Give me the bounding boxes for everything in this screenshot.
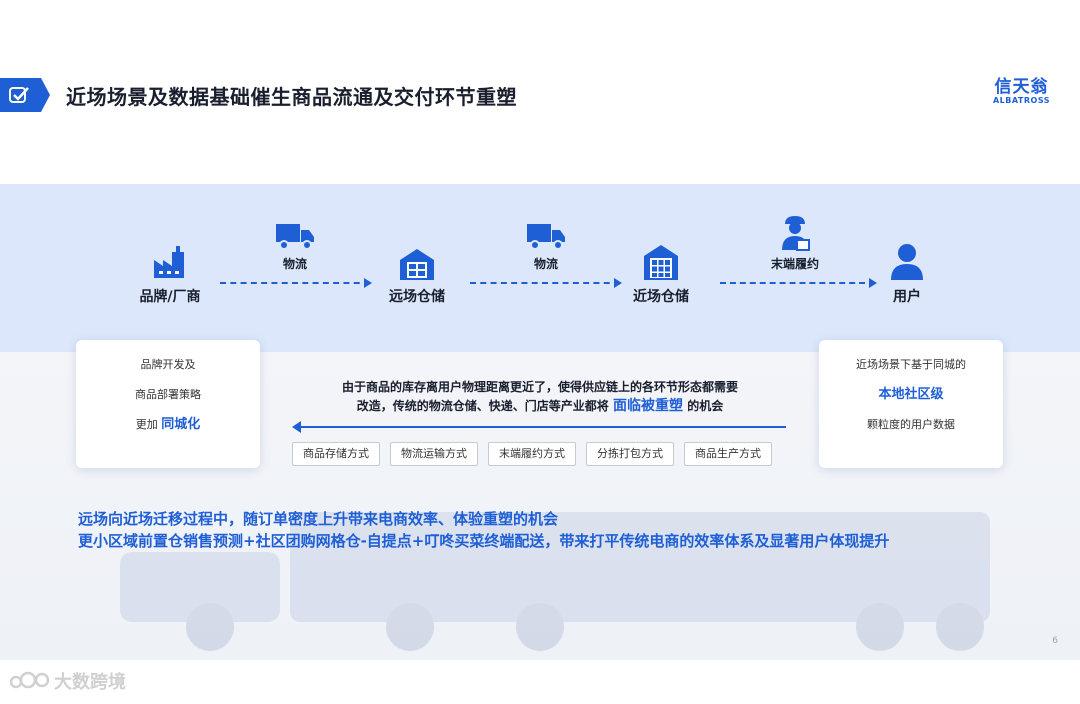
check-badge-icon [9, 87, 29, 103]
left-card-line1: 品牌开发及 [140, 358, 196, 371]
tag-production: 商品生产方式 [684, 442, 772, 466]
truck-icon [527, 224, 565, 250]
truck-icon [276, 224, 314, 250]
flow-link-label: 末端履约 [770, 257, 819, 271]
center-text-prefix: 改造，传统的物流仓储、快递、门店等产业都将 [356, 399, 609, 413]
center-text-suffix: 的机会 [687, 399, 724, 413]
left-card-line2: 商品部署策略 [135, 388, 201, 401]
conclusion-text: 远场向近场迁移过程中，随订单密度上升带来电商效率、体验重塑的机会 更小区域前置仓… [78, 508, 1008, 552]
flow-node-label: 品牌/厂商 [139, 289, 201, 305]
flow-node-near-warehouse: 近场仓储 [606, 242, 716, 306]
title-tab [0, 78, 50, 112]
tag-storage: 商品存储方式 [292, 442, 380, 466]
flow-link-last-mile: 末端履约 [740, 214, 850, 272]
tag-picking: 分拣打包方式 [586, 442, 674, 466]
right-card-line3: 颗粒度的用户数据 [867, 418, 955, 431]
left-card-highlight: 同城化 [161, 417, 201, 432]
tag-transport: 物流运输方式 [390, 442, 478, 466]
store-warehouse-icon [644, 245, 678, 280]
flow-link-logistics-2: 物流 [491, 220, 601, 272]
flow-node-far-warehouse: 远场仓储 [362, 246, 472, 306]
flow-arrow [220, 278, 372, 288]
center-description: 由于商品的库存离用户物理距离更近了，使得供应链上的各环节形态都需要 改造，传统的… [290, 378, 790, 416]
flow-link-label: 物流 [533, 257, 558, 271]
conclusion-line1: 远场向近场迁移过程中，随订单密度上升带来电商效率、体验重塑的机会 [78, 510, 559, 528]
watermark: 大数跨境 [10, 668, 126, 694]
brand-logo: 信天翁 ALBATROSS [993, 78, 1050, 106]
flow-band: 品牌/厂商 物流 远场仓储 物流 近场仓储 末端履约 用户 [0, 184, 1080, 352]
left-info-card: 品牌开发及 商品部署策略 更加 同城化 [76, 340, 260, 468]
slide: 近场场景及数据基础催生商品流通及交付环节重塑 信天翁 ALBATROSS 品牌/… [0, 48, 1080, 660]
reshape-arrow [292, 421, 786, 433]
conclusion-line2: 更小区域前置仓销售预测+社区团购网格仓-自提点+叮咚买菜终端配送，带来打平传统电… [78, 532, 890, 550]
flow-node-label: 远场仓储 [389, 289, 445, 305]
flow-arrow [470, 278, 622, 288]
right-info-card: 近场场景下基于同城的 本地社区级 颗粒度的用户数据 [819, 340, 1003, 468]
watermark-logo-icon [10, 671, 50, 689]
flow-node-brand: 品牌/厂商 [115, 242, 225, 306]
center-text-line2: 改造，传统的物流仓储、快递、门店等产业都将 面临被重塑 的机会 [290, 397, 790, 416]
page-number: 6 [1052, 636, 1058, 646]
logo-cn: 信天翁 [994, 77, 1049, 97]
left-card-line3: 更加 同城化 [76, 410, 260, 440]
warehouse-icon [400, 249, 434, 280]
flow-link-label: 物流 [282, 257, 307, 271]
flow-node-label: 用户 [893, 289, 921, 305]
tag-last-mile: 末端履约方式 [488, 442, 576, 466]
factory-icon [154, 246, 184, 278]
courier-icon [782, 216, 810, 251]
flow-node-label: 近场仓储 [633, 289, 689, 305]
left-card-line3-prefix: 更加 [135, 418, 158, 431]
center-text-line1: 由于商品的库存离用户物理距离更近了，使得供应链上的各环节形态都需要 [341, 380, 738, 394]
page-title: 近场场景及数据基础催生商品流通及交付环节重塑 [66, 85, 517, 109]
flow-link-logistics-1: 物流 [240, 220, 350, 272]
right-card-line1: 近场场景下基于同城的 [856, 358, 966, 371]
watermark-text: 大数跨境 [54, 672, 126, 693]
user-icon [891, 244, 923, 280]
center-text-highlight: 面临被重塑 [613, 398, 683, 414]
flow-node-user: 用户 [852, 242, 962, 306]
logo-en: ALBATROSS [992, 96, 1050, 105]
reshape-tags: 商品存储方式 物流运输方式 末端履约方式 分拣打包方式 商品生产方式 [292, 442, 772, 466]
right-card-highlight: 本地社区级 [878, 387, 944, 402]
